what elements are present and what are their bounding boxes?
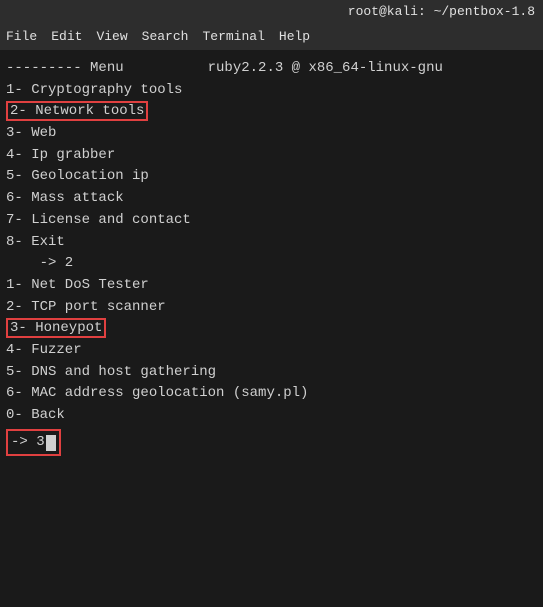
submenu-item-4: 4- Fuzzer: [6, 340, 537, 362]
title-bar: root@kali: ~/pentbox-1.8: [0, 0, 543, 22]
terminal-content: --------- Menu ruby2.2.3 @ x86_64-linux-…: [0, 50, 543, 607]
menu-help[interactable]: Help: [279, 29, 310, 44]
second-prompt-text: -> 3: [11, 432, 45, 454]
submenu-item-6: 6- MAC address geolocation (samy.pl): [6, 383, 537, 405]
menu-search[interactable]: Search: [142, 29, 189, 44]
menu-item-5: 5- Geolocation ip: [6, 166, 537, 188]
menu-bar: File Edit View Search Terminal Help: [0, 22, 543, 50]
menu-item-3: 3- Web: [6, 123, 537, 145]
submenu-item-5: 5- DNS and host gathering: [6, 362, 537, 384]
submenu-item-2: 2- TCP port scanner: [6, 297, 537, 319]
menu-item-4: 4- Ip grabber: [6, 145, 537, 167]
first-prompt: -> 2: [6, 253, 537, 275]
menu-item-6: 6- Mass attack: [6, 188, 537, 210]
menu-file[interactable]: File: [6, 29, 37, 44]
cursor: [46, 435, 56, 451]
menu-item-8: 8- Exit: [6, 232, 537, 254]
submenu-item-3: 3- Honeypot: [6, 318, 537, 340]
menu-view[interactable]: View: [96, 29, 127, 44]
submenu-item-1: 1- Net DoS Tester: [6, 275, 537, 297]
back-item: 0- Back: [6, 405, 537, 427]
second-prompt-line[interactable]: -> 3: [6, 429, 537, 457]
menu-header: --------- Menu ruby2.2.3 @ x86_64-linux-…: [6, 58, 537, 80]
menu-terminal[interactable]: Terminal: [202, 29, 264, 44]
menu-item-2: 2- Network tools: [6, 101, 537, 123]
menu-item-7: 7- License and contact: [6, 210, 537, 232]
menu-edit[interactable]: Edit: [51, 29, 82, 44]
title-text: root@kali: ~/pentbox-1.8: [348, 4, 535, 19]
highlighted-honeypot: 3- Honeypot: [6, 318, 106, 338]
highlighted-network-tools: 2- Network tools: [6, 101, 148, 121]
menu-item-1: 1- Cryptography tools: [6, 80, 537, 102]
prompt-input-box[interactable]: -> 3: [6, 429, 61, 457]
